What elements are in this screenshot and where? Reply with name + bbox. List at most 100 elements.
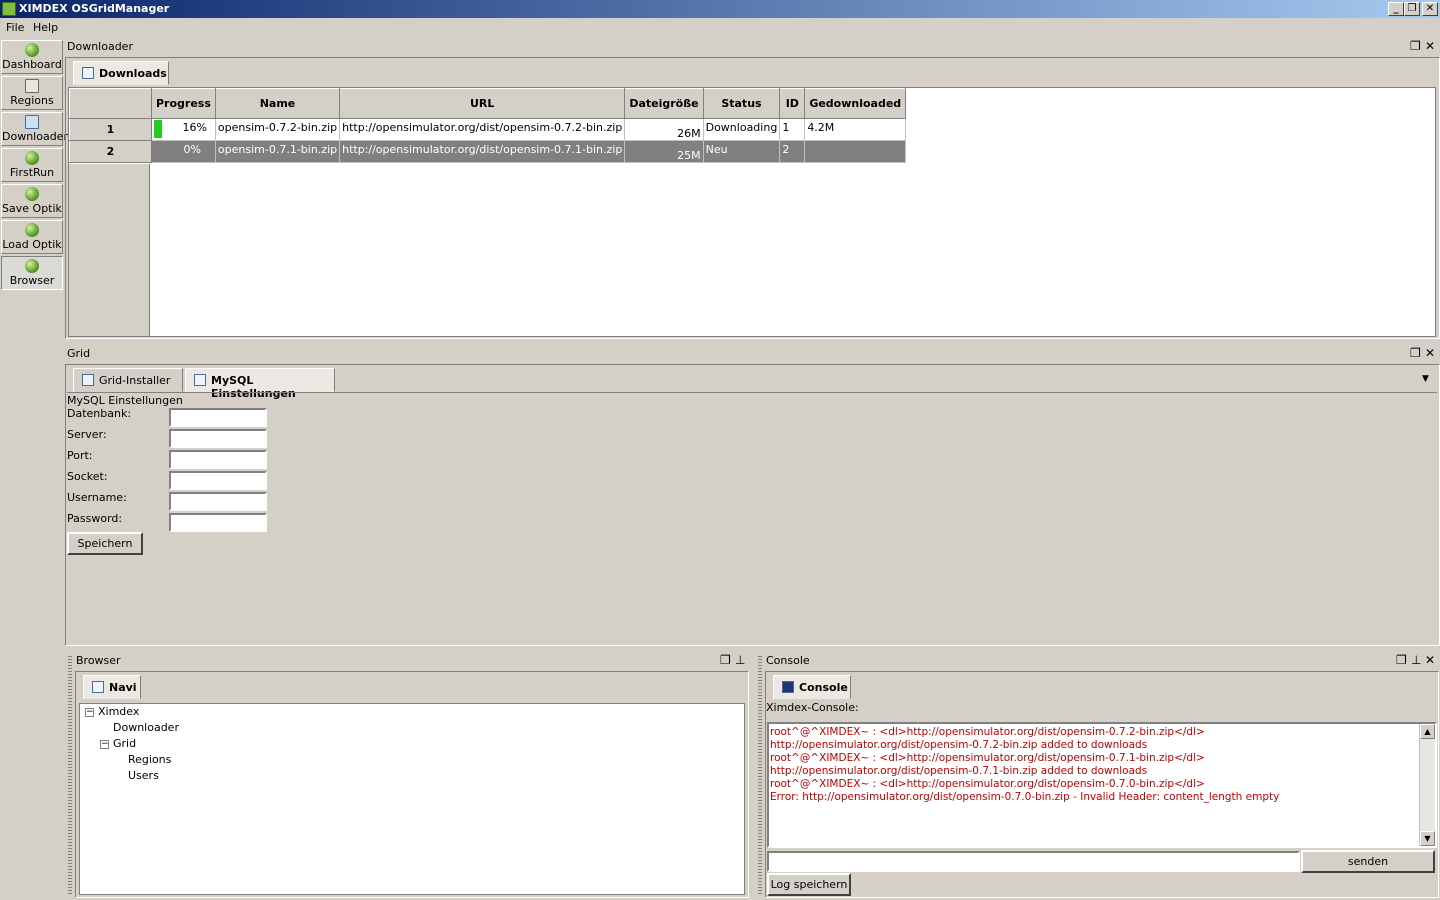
menu-help[interactable]: Help (33, 21, 58, 34)
column-header-id[interactable]: ID (779, 88, 806, 119)
console-input[interactable] (767, 851, 1300, 872)
column-header-downloaded[interactable]: Gedownloaded (804, 88, 907, 119)
server-field[interactable] (169, 429, 267, 448)
name-cell: opensim-0.7.1-bin.zip (214, 140, 341, 163)
scroll-down-icon[interactable]: ▼ (1420, 831, 1435, 846)
column-header-progress[interactable]: Progress (151, 88, 216, 119)
window-titlebar: XIMDEX OSGridManager _ ❐ ✕ (0, 0, 1440, 18)
port-field[interactable] (169, 450, 267, 469)
tree-node-ximdex[interactable]: Ximdex (98, 705, 139, 718)
downloaded-cell: 4.2M (804, 118, 907, 141)
downloader-panel-header: Downloader ❐ ✕ (65, 39, 1440, 55)
label-server: Server: (67, 428, 107, 441)
table-row[interactable]: 2 0% opensim-0.7.1-bin.zip http://opensi… (69, 140, 907, 163)
close-icon[interactable]: ✕ (1425, 347, 1435, 359)
close-button[interactable]: ✕ (1422, 2, 1438, 16)
dock-grip[interactable] (68, 656, 72, 896)
downloads-table: Progress Name URL Dateigröße Status ID G… (69, 88, 907, 163)
column-header-status[interactable]: Status (702, 88, 781, 119)
tree-node-regions[interactable]: Regions (128, 753, 171, 766)
id-cell: 2 (779, 140, 806, 163)
row-header[interactable]: 2 (69, 140, 152, 163)
float-icon[interactable]: ❐ (720, 654, 731, 666)
tree-icon (92, 681, 104, 693)
close-icon[interactable]: ✕ (1425, 40, 1435, 52)
toolbar-dashboard-button[interactable]: Dashboard (1, 40, 63, 74)
minimize-button[interactable]: _ (1388, 2, 1404, 16)
toolbar-save-optik-button[interactable]: Save Optik (1, 184, 63, 218)
grid-panel-title: Grid (67, 347, 91, 360)
datenbank-field[interactable] (169, 408, 267, 427)
status-cell: Neu (702, 140, 781, 163)
tab-downloads[interactable]: Downloads (73, 61, 169, 85)
float-icon[interactable]: ❐ (1410, 347, 1421, 359)
corner-header (69, 88, 152, 119)
console-scrollbar[interactable]: ▲ ▼ (1419, 724, 1435, 846)
navigation-tree: − Ximdex Downloader − Grid Regions Users (79, 703, 745, 895)
progress-bar-fill (154, 120, 162, 138)
save-log-button[interactable]: Log speichern (767, 873, 851, 896)
pin-icon[interactable]: ⊥ (735, 654, 745, 666)
menubar: File Help (0, 18, 1440, 38)
collapse-toggle[interactable]: − (85, 708, 94, 717)
float-icon[interactable]: ❐ (1410, 40, 1421, 52)
globe-icon (25, 187, 39, 201)
size-cell: 25M (624, 140, 704, 163)
progress-text: 16% (182, 121, 207, 134)
chevron-down-icon[interactable]: ▼ (1422, 374, 1429, 384)
console-line: root^@^XIMDEX~ : <dl>http://opensimulato… (770, 752, 1205, 764)
tab-navi[interactable]: Navi (83, 675, 141, 699)
toolbar-downloader-button[interactable]: Downloader (1, 112, 68, 146)
toolbar-firstrun-button[interactable]: FirstRun (1, 148, 63, 182)
toolbar-label: Save Optik (2, 202, 62, 215)
tree-node-downloader[interactable]: Downloader (113, 721, 179, 734)
installer-icon (82, 374, 94, 386)
menu-file[interactable]: File (6, 21, 24, 34)
console-output[interactable]: root^@^XIMDEX~ : <dl>http://opensimulato… (767, 722, 1437, 848)
tree-node-grid[interactable]: Grid (113, 737, 136, 750)
close-icon[interactable]: ✕ (1425, 654, 1435, 666)
row-header[interactable]: 1 (69, 118, 152, 141)
tree-node-users[interactable]: Users (128, 769, 159, 782)
label-username: Username: (67, 491, 127, 504)
downloaded-cell (804, 140, 907, 163)
globe-icon (25, 223, 39, 237)
column-header-size[interactable]: Dateigröße (624, 88, 704, 119)
console-icon (782, 681, 794, 693)
toolbar-load-optik-button[interactable]: Load Optik (1, 220, 63, 254)
pin-icon[interactable]: ⊥ (1411, 654, 1421, 666)
tab-label: Console (799, 681, 848, 694)
globe-icon (25, 259, 39, 273)
dock-grip[interactable] (758, 656, 762, 896)
column-header-url[interactable]: URL (339, 88, 626, 119)
label-port: Port: (67, 449, 93, 462)
username-field[interactable] (169, 492, 267, 511)
password-field[interactable] (169, 513, 267, 532)
console-label: Ximdex-Console: (766, 701, 859, 714)
send-button[interactable]: senden (1301, 850, 1435, 873)
tab-grid-installer[interactable]: Grid-Installer (73, 368, 183, 392)
tab-console[interactable]: Console (773, 675, 851, 699)
table-row[interactable]: 1 16% opensim-0.7.2-bin.zip http://opens… (69, 118, 907, 141)
collapse-toggle[interactable]: − (100, 740, 109, 749)
console-line: root^@^XIMDEX~ : <dl>http://opensimulato… (770, 778, 1205, 790)
toolbar-regions-button[interactable]: Regions (1, 76, 63, 110)
browser-panel-header: Browser ❐ ⊥ (74, 653, 750, 669)
toolbar-label: Load Optik (2, 238, 62, 251)
restore-button[interactable]: ❐ (1404, 2, 1420, 16)
side-toolbar: Dashboard Regions Downloader FirstRun Sa… (0, 38, 68, 900)
save-button[interactable]: Speichern (67, 532, 143, 555)
tab-label: MySQL Einstellungen (211, 374, 296, 400)
scroll-up-icon[interactable]: ▲ (1420, 724, 1435, 739)
browser-panel-title: Browser (76, 654, 121, 667)
float-icon[interactable]: ❐ (1396, 654, 1407, 666)
progress-cell: 16% (151, 118, 216, 141)
tab-mysql-settings[interactable]: MySQL Einstellungen (185, 368, 335, 400)
socket-field[interactable] (169, 471, 267, 490)
toolbar-browser-button[interactable]: Browser (1, 256, 63, 290)
console-line: root^@^XIMDEX~ : <dl>http://opensimulato… (770, 726, 1205, 738)
column-header-name[interactable]: Name (214, 88, 341, 119)
console-panel-title: Console (766, 654, 810, 667)
toolbar-label: Regions (10, 94, 54, 107)
toolbar-label: Downloader (2, 130, 68, 143)
